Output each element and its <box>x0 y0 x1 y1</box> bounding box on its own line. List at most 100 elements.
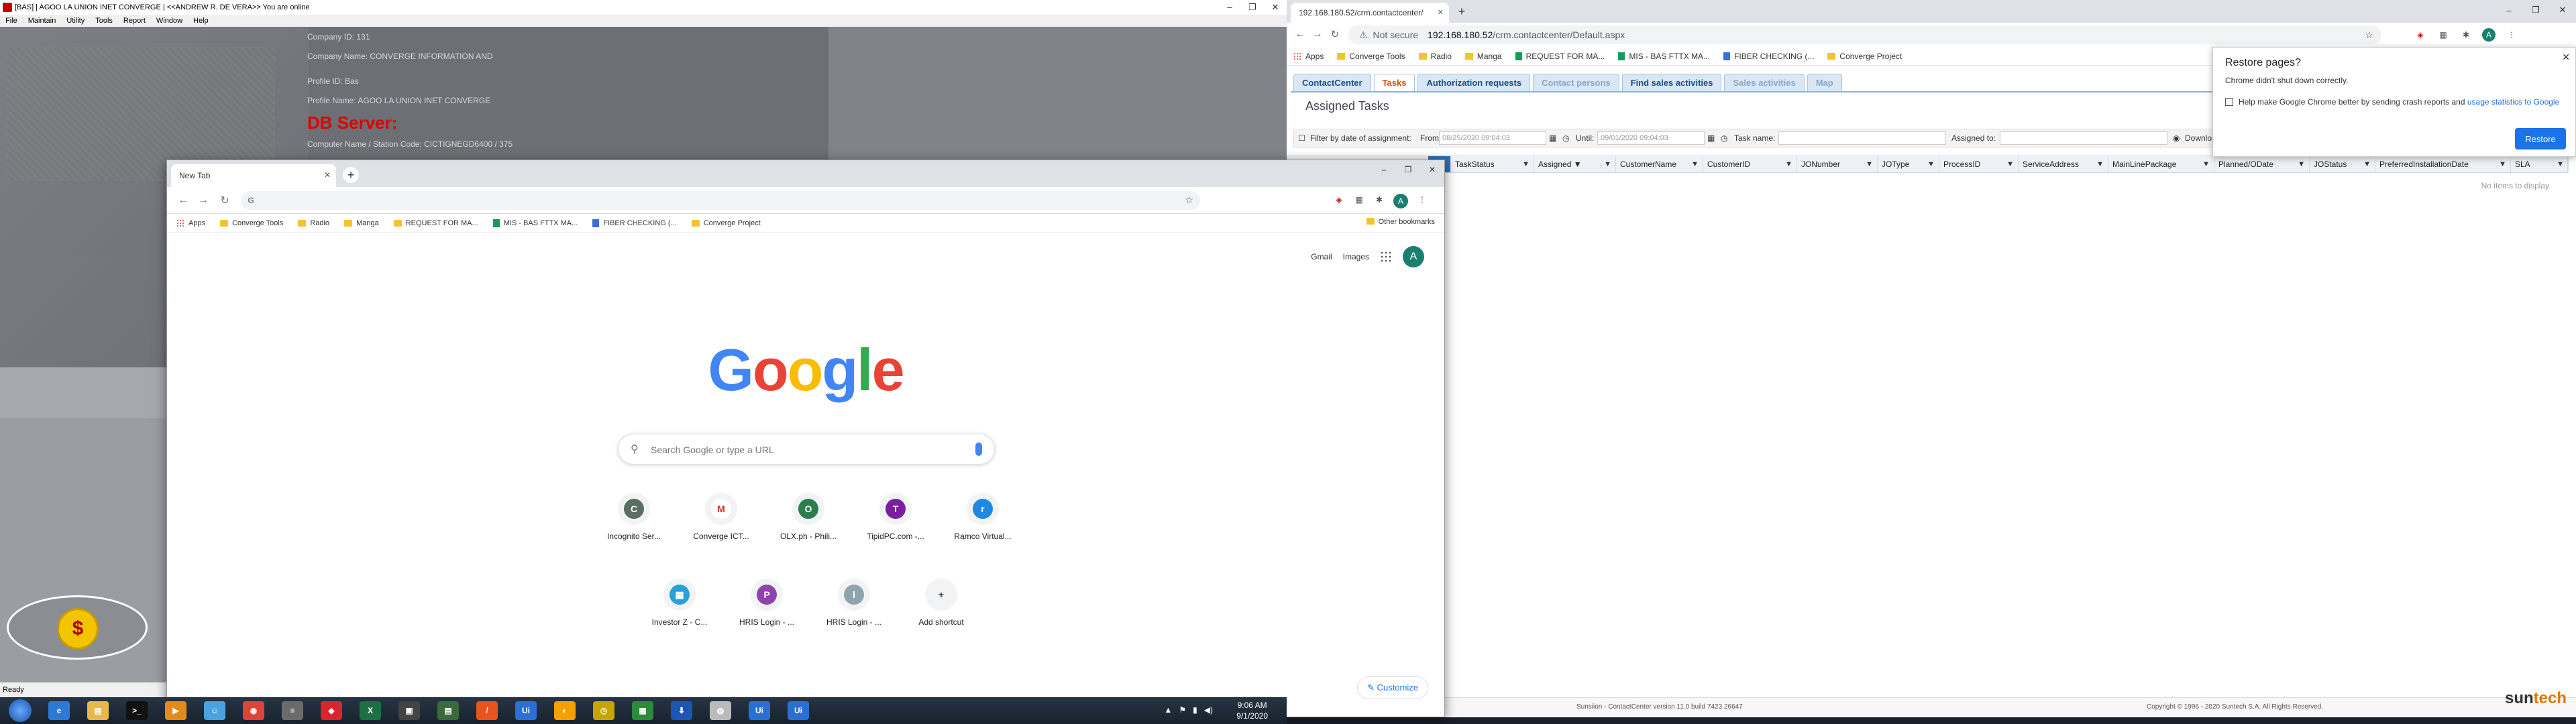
filter-funnel-icon[interactable]: ▼ <box>1522 156 1529 172</box>
taskbar-app-app3[interactable]: ▤ <box>431 698 466 723</box>
menu-help[interactable]: Help <box>193 15 209 27</box>
from-date-input[interactable]: 08/25/2020 09:04:03 <box>1439 131 1546 145</box>
maximize-icon[interactable]: ❐ <box>2522 0 2549 20</box>
shortcut-tile[interactable]: P HRIS Login - ... <box>729 579 804 627</box>
shortcut-tile[interactable]: O OLX.ph - Phili... <box>771 493 846 541</box>
taskbar-app-explorer[interactable]: ▤ <box>80 698 115 723</box>
close-icon[interactable]: ✕ <box>1264 0 1287 15</box>
extensions-icon[interactable]: ✱ <box>2459 28 2473 42</box>
download-radio-icon[interactable]: ◉ <box>2173 129 2180 147</box>
minimize-icon[interactable]: – <box>1372 160 1396 179</box>
cc-tab[interactable]: 192.168.180.52/crm.contactcenter/ ✕ <box>1291 3 1449 23</box>
filter-funnel-icon[interactable]: ▼ <box>2202 156 2210 172</box>
app-tab[interactable]: Tasks <box>1373 74 1415 91</box>
reload-icon[interactable]: ↻ <box>218 194 231 207</box>
taskbar-app-excel[interactable]: X <box>353 698 388 723</box>
minimize-icon[interactable]: – <box>2496 0 2522 20</box>
menu-utility[interactable]: Utility <box>66 15 85 27</box>
calendar-icon[interactable]: ▦ <box>1707 129 1715 147</box>
menu-dots-icon[interactable]: ⋮ <box>2505 28 2518 42</box>
bookmark-item[interactable]: Radio <box>1418 52 1452 61</box>
column-header[interactable]: ProcessID ▼ <box>1939 156 2019 172</box>
bookmark-item[interactable]: Converge Project <box>691 219 761 227</box>
bookmark-item[interactable]: Converge Tools <box>220 219 283 227</box>
menu-window[interactable]: Window <box>156 15 182 27</box>
taskbar-app-messenger[interactable]: ☺ <box>197 698 232 723</box>
shortcut-tile[interactable]: T TipidPC.com -... <box>858 493 933 541</box>
close-tab-icon[interactable]: ✕ <box>1438 8 1444 17</box>
reload-icon[interactable]: ↻ <box>1328 28 1342 40</box>
menu-file[interactable]: File <box>5 15 17 27</box>
until-date-input[interactable]: 09/01/2020 09:04:03 <box>1597 131 1705 145</box>
download-label[interactable]: Downloa <box>2185 129 2216 147</box>
close-icon[interactable]: ✕ <box>2549 0 2576 20</box>
bookmark-item[interactable]: MIS - BAS FTTX MA... <box>1618 52 1710 61</box>
shield-icon[interactable]: ◈ <box>2414 28 2427 42</box>
taskbar-app-ie[interactable]: e <box>42 698 76 723</box>
taskbar-app-app7[interactable]: ▦ <box>625 698 660 723</box>
bookmark-item[interactable]: FIBER CHECKING (... <box>1723 52 1814 61</box>
shortcut-tile[interactable]: C Incognito Ser... <box>596 493 672 541</box>
bookmark-star-icon[interactable]: ☆ <box>2365 25 2373 44</box>
microphone-icon[interactable] <box>975 442 982 456</box>
nt-tab[interactable]: New Tab ✕ <box>171 164 336 187</box>
flag-icon[interactable]: ⚑ <box>1179 705 1186 715</box>
profile-avatar[interactable]: A <box>2482 28 2496 42</box>
column-header[interactable]: Planned/ODate ▼ <box>2214 156 2310 172</box>
taskbar-app-app4[interactable]: / <box>470 698 504 723</box>
bookmark-item[interactable]: FIBER CHECKING (... <box>592 219 677 227</box>
shortcut-tile[interactable]: r Ramco Virtual... <box>945 493 1020 541</box>
column-header[interactable]: JOType ▼ <box>1878 156 1939 172</box>
crash-report-checkbox[interactable] <box>2225 98 2233 106</box>
taskbar-app-media[interactable]: ▶ <box>158 698 193 723</box>
close-tab-icon[interactable]: ✕ <box>324 170 331 180</box>
taskbar-app-app9[interactable]: ◍ <box>703 698 738 723</box>
bookmark-item[interactable]: Converge Tools <box>1337 52 1405 61</box>
clock[interactable]: 9:06 AM 9/1/2020 <box>1236 700 1268 721</box>
account-avatar[interactable]: A <box>1403 246 1424 267</box>
calendar-icon[interactable]: ▦ <box>1549 129 1556 147</box>
volume-icon[interactable]: ◀) <box>1204 705 1213 715</box>
shortcut-tile[interactable]: M Converge ICT... <box>684 493 759 541</box>
taskbar-app-app5[interactable]: ◐ <box>547 698 582 723</box>
app-tab[interactable]: Map <box>1807 74 1842 91</box>
maximize-icon[interactable]: ❐ <box>1396 160 1420 179</box>
filter-funnel-icon[interactable]: ▼ <box>2006 156 2014 172</box>
filter-funnel-icon[interactable]: ▼ <box>1866 156 1873 172</box>
column-header[interactable]: TaskStatus ▼ <box>1451 156 1534 172</box>
column-header[interactable]: CustomerName ▼ <box>1616 156 1703 172</box>
filter-funnel-icon[interactable]: ▼ <box>1691 156 1699 172</box>
bookmark-item[interactable]: Apps <box>1293 52 1324 61</box>
close-icon[interactable]: ✕ <box>1420 160 1444 179</box>
taskbar-app-uipath3[interactable]: Ui <box>781 698 816 723</box>
google-search-box[interactable]: ⚲ Search Google or type a URL <box>618 434 995 465</box>
extensions-icon[interactable]: ✱ <box>1373 194 1385 206</box>
omnibox[interactable]: G ☆ <box>241 191 1200 210</box>
shield-icon[interactable]: ◈ <box>1333 194 1345 206</box>
task-name-input[interactable] <box>1778 131 1946 145</box>
bookmark-item[interactable]: Apps <box>176 219 205 227</box>
filter-funnel-icon[interactable]: ▼ <box>2363 156 2371 172</box>
filter-funnel-icon[interactable]: ▼ <box>1785 156 1792 172</box>
tray-arrow-icon[interactable]: ▲ <box>1165 705 1173 715</box>
filter-funnel-icon[interactable]: ▼ <box>2499 156 2506 172</box>
bookmark-item[interactable]: Manga <box>344 219 379 227</box>
taskbar-app-app8[interactable]: ⬇ <box>664 698 699 723</box>
shortcut-tile[interactable]: ▦ Investor Z - C... <box>642 579 717 627</box>
start-button[interactable] <box>3 698 38 723</box>
back-icon[interactable]: ← <box>176 194 190 207</box>
omnibox-input[interactable] <box>260 191 1200 210</box>
maximize-icon[interactable]: ❐ <box>1241 0 1264 15</box>
new-tab-button[interactable]: + <box>1454 4 1469 19</box>
new-tab-button[interactable]: + <box>343 167 359 183</box>
filter-funnel-icon[interactable]: ▼ <box>2096 156 2104 172</box>
minimize-icon[interactable]: – <box>1218 0 1241 15</box>
column-header[interactable]: JONumber ▼ <box>1797 156 1878 172</box>
restore-button[interactable]: Restore <box>2515 128 2566 149</box>
network-icon[interactable]: ▮ <box>1193 705 1197 715</box>
customize-button[interactable]: ✎ Customize <box>1357 676 1428 699</box>
filter-funnel-icon[interactable]: ▼ <box>2298 156 2305 172</box>
usage-statistics-link[interactable]: usage statistics to Google <box>2467 97 2559 107</box>
bookmark-item[interactable]: MIS - BAS FTTX MA... <box>492 219 578 227</box>
taskbar-app-app6[interactable]: ◷ <box>586 698 621 723</box>
